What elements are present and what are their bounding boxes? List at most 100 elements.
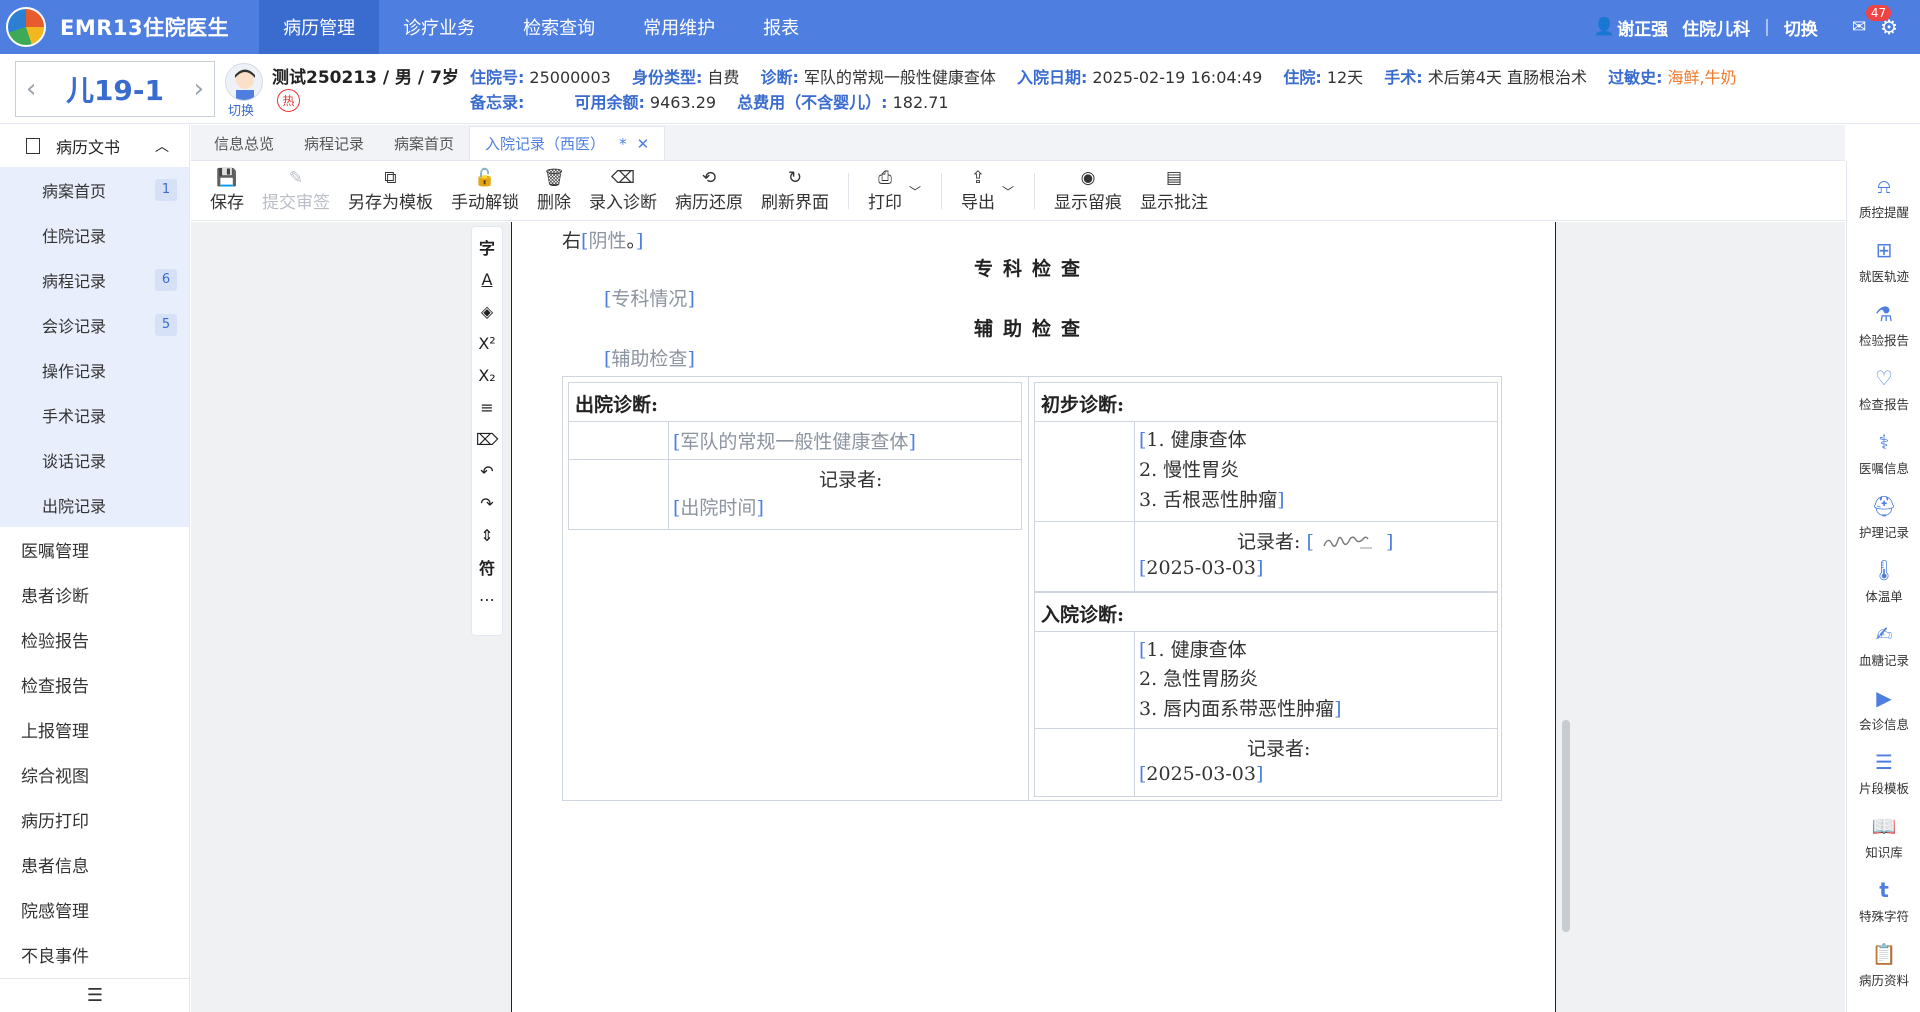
field-special-exam[interactable]: 专科情况 — [611, 288, 687, 310]
sidebar-item-adverse-event[interactable]: 不良事件 — [0, 932, 189, 977]
symbol-tool[interactable]: 符 — [471, 551, 503, 583]
enter-diagnosis-button[interactable]: ⌫ 录入诊断 — [580, 168, 666, 213]
sidebar-item-lab-report[interactable]: 检验报告 — [0, 617, 189, 662]
nav-reports[interactable]: 报表 — [739, 0, 823, 54]
nav-treatment[interactable]: 诊疗业务 — [379, 0, 499, 54]
printer-icon: ⎙ — [878, 167, 892, 188]
comment-icon: ▤ — [1166, 167, 1183, 188]
switch-dept-link[interactable]: 切换 — [1784, 15, 1818, 40]
line-spacing-icon[interactable]: ⇕ — [471, 519, 503, 551]
tab-front-page[interactable]: 病案首页 — [379, 126, 469, 160]
rail-exam-report[interactable]: ♡ 检查报告 — [1847, 365, 1920, 413]
nav-record-management[interactable]: 病历管理 — [259, 0, 380, 54]
print-dropdown-chevron-icon[interactable]: ﹀ — [909, 183, 921, 200]
fill-color-icon[interactable]: ◈ — [471, 295, 503, 327]
rail-record-materials[interactable]: 📋 病历资料 — [1847, 941, 1920, 989]
user-name[interactable]: 谢正强 — [1617, 15, 1668, 40]
next-bed-chevron-icon[interactable]: › — [194, 74, 204, 104]
sidebar-item-overview[interactable]: 综合视图 — [0, 752, 189, 797]
show-traces-button[interactable]: ◉ 显示留痕 — [1045, 168, 1131, 213]
discharge-time-field[interactable]: 出院时间 — [680, 497, 756, 519]
sidebar-item-admission-record[interactable]: 住院记录 — [0, 212, 189, 257]
print-button[interactable]: ⎙ 打印 — [859, 168, 911, 213]
sidebar-item-orders[interactable]: 医嘱管理 — [0, 527, 189, 572]
rail-glucose-record[interactable]: ✍ 血糖记录 — [1847, 621, 1920, 669]
discharge-diagnosis-field[interactable]: 军队的常规一般性健康查体 — [680, 431, 908, 453]
field-negative[interactable]: 阴性 — [588, 230, 626, 252]
sidebar-item-record-print[interactable]: 病历打印 — [0, 797, 189, 842]
prev-bed-chevron-icon[interactable]: ‹ — [26, 74, 36, 104]
font-color-icon[interactable]: A — [471, 263, 503, 295]
subscript-icon[interactable]: X₂ — [471, 359, 503, 391]
rail-special-chars[interactable]: t 特殊字符 — [1847, 877, 1920, 925]
eraser-icon: ⌫ — [610, 167, 636, 188]
sidebar-item-operation-record[interactable]: 操作记录 — [0, 347, 189, 392]
tab-overview[interactable]: 信息总览 — [199, 126, 289, 160]
save-as-template-button[interactable]: ⧉ 另存为模板 — [339, 168, 442, 213]
rail-visit-track[interactable]: ⊞ 就医轨迹 — [1847, 237, 1920, 285]
refresh-button[interactable]: ↻ 刷新界面 — [752, 168, 838, 213]
submit-review-button[interactable]: ✎ 提交审签 — [253, 168, 339, 213]
diagnosis-table: 出院诊断: [军队的常规一般性健康查体] 记录者: [出院时间] 初步诊断: [… — [562, 376, 1502, 801]
sidebar-item-exam-report[interactable]: 检查报告 — [0, 662, 189, 707]
memo-label[interactable]: 备忘录: — [470, 93, 524, 112]
rail-temperature-chart[interactable]: 🌡 体温单 — [1847, 557, 1920, 605]
initial-diagnosis-line[interactable]: 2. 慢性胃炎 — [1139, 459, 1239, 481]
patient-info-line-1: 住院号: 25000003 身份类型: 自费 诊断: 军队的常规一般性健康查体 入院日… — [470, 68, 1737, 87]
patient-avatar[interactable] — [225, 63, 263, 101]
rail-consultation-info[interactable]: ▶ 会诊信息 — [1847, 685, 1920, 733]
document-page[interactable]: 右[阴性。] 专科检查 [专科情况] 辅助检查 [辅助检查] 出院诊断: [军队… — [511, 222, 1556, 1012]
unlock-icon: 🔓 — [474, 167, 496, 188]
collapse-sidebar-icon[interactable]: ☰ — [0, 978, 190, 1012]
rail-quality-alert[interactable]: ⍾ 质控提醒 — [1847, 173, 1920, 221]
sidebar-item-conversation-record[interactable]: 谈话记录 — [0, 437, 189, 482]
admission-date-field[interactable]: 2025-03-03 — [1146, 763, 1256, 785]
tab-progress[interactable]: 病程记录 — [289, 126, 379, 160]
align-icon[interactable]: ≡ — [471, 391, 503, 423]
document-scrollbar[interactable] — [1562, 720, 1570, 932]
rail-knowledge-base[interactable]: 📖 知识库 — [1847, 813, 1920, 861]
sidebar-section-medical-docs[interactable]: 病历文书 ︿ — [0, 125, 189, 167]
superscript-icon[interactable]: X² — [471, 327, 503, 359]
sidebar-item-reporting[interactable]: 上报管理 — [0, 707, 189, 752]
initial-diagnosis-line[interactable]: 3. 舌根恶性肿瘤 — [1139, 489, 1277, 511]
rail-lab-report[interactable]: ⚗ 检验报告 — [1847, 301, 1920, 349]
delete-button[interactable]: 🗑 删除 — [528, 168, 580, 213]
restore-record-button[interactable]: ⟲ 病历还原 — [666, 168, 752, 213]
mail-icon[interactable]: ✉ 47 — [1852, 5, 1892, 37]
sidebar-item-surgery-record[interactable]: 手术记录 — [0, 392, 189, 437]
sidebar-item-progress-record[interactable]: 病程记录 6 — [0, 257, 189, 302]
sidebar-item-diagnosis[interactable]: 患者诊断 — [0, 572, 189, 617]
sidebar-item-discharge-record[interactable]: 出院记录 — [0, 482, 189, 527]
initial-date-field[interactable]: 2025-03-03 — [1146, 557, 1256, 579]
field-aux-exam[interactable]: 辅助检查 — [611, 348, 687, 370]
nav-maintenance[interactable]: 常用维护 — [619, 0, 739, 54]
export-dropdown-chevron-icon[interactable]: ﹀ — [1002, 183, 1014, 200]
sidebar-item-consultation-record[interactable]: 会诊记录 5 — [0, 302, 189, 347]
nav-search[interactable]: 检索查询 — [499, 0, 619, 54]
save-button[interactable]: 💾 保存 — [201, 168, 253, 213]
undo-icon[interactable]: ↶ — [471, 455, 503, 487]
show-annotations-button[interactable]: ▤ 显示批注 — [1131, 168, 1217, 213]
sidebar-item-infection[interactable]: 院感管理 — [0, 887, 189, 932]
close-tab-icon[interactable]: ✕ — [637, 135, 650, 153]
manual-unlock-button[interactable]: 🔓 手动解锁 — [442, 168, 528, 213]
sidebar-item-patient-info[interactable]: 患者信息 — [0, 842, 189, 887]
sidebar-item-case-front-page[interactable]: 病案首页 1 — [0, 167, 189, 212]
tab-admission-record[interactable]: 入院记录（西医） * ✕ — [469, 126, 666, 160]
admission-diagnosis-line[interactable]: 2. 急性胃肠炎 — [1139, 668, 1258, 690]
admission-diagnosis-line[interactable]: 3. 唇内面系带恶性肿瘤 — [1139, 698, 1334, 720]
export-button[interactable]: ⇪ 导出 — [952, 168, 1004, 213]
rail-nursing-record[interactable]: ⛑ 护理记录 — [1847, 493, 1920, 541]
user-dept[interactable]: 住院儿科 — [1682, 15, 1750, 40]
font-tool[interactable]: 字 — [471, 231, 503, 263]
initial-diagnosis-line[interactable]: 1. 健康查体 — [1146, 429, 1246, 451]
rail-snippet-template[interactable]: ☰ 片段模板 — [1847, 749, 1920, 797]
count-badge: 1 — [155, 179, 177, 201]
rail-order-info[interactable]: ⚕ 医嘱信息 — [1847, 429, 1920, 477]
redo-icon[interactable]: ↷ — [471, 487, 503, 519]
clear-format-icon[interactable]: ⌦ — [471, 423, 503, 455]
more-icon[interactable]: ⋯ — [471, 583, 503, 615]
switch-patient-link[interactable]: 切换 — [228, 100, 254, 119]
admission-diagnosis-line[interactable]: 1. 健康查体 — [1146, 639, 1246, 661]
